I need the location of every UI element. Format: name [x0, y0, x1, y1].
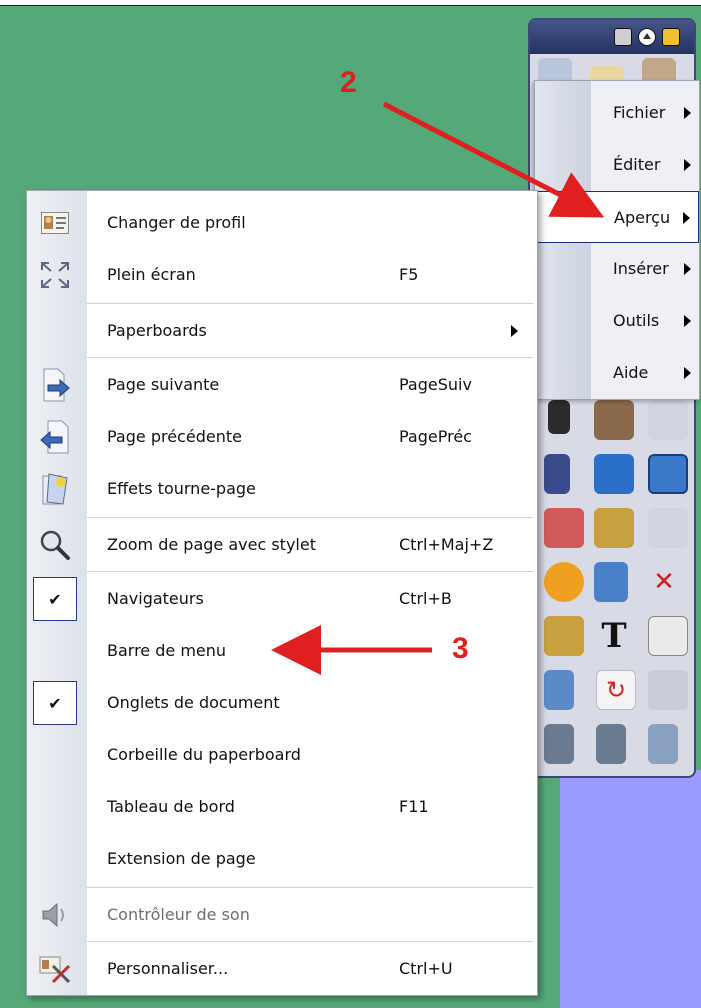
annotation-arrows [271, 101, 605, 675]
step2-label: 2 [340, 66, 357, 99]
step3-label: 3 [452, 632, 469, 665]
step2-arrow [382, 101, 605, 218]
